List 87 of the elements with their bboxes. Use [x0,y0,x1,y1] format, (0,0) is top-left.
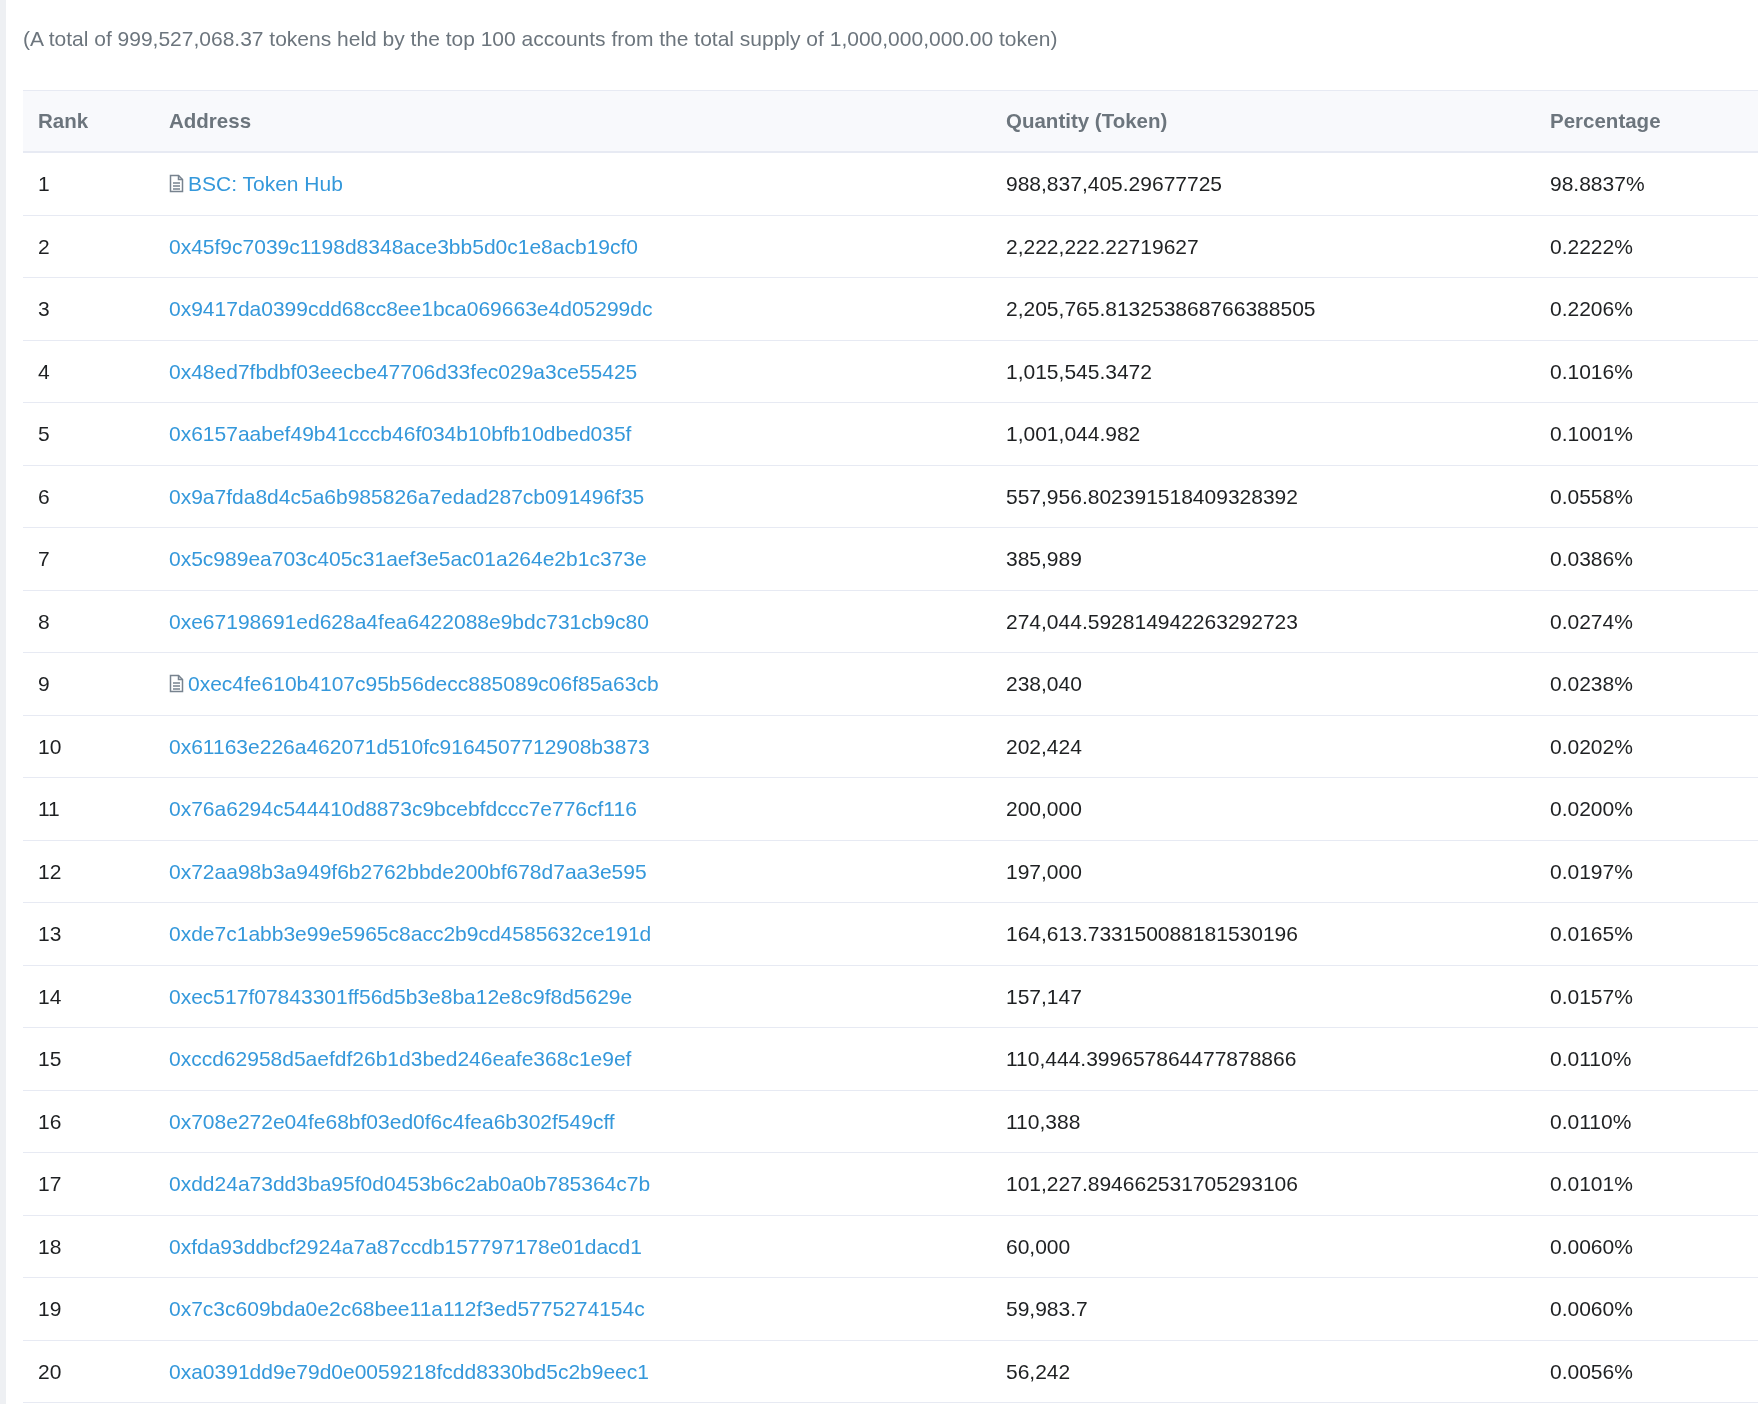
address-link[interactable]: 0x9a7fda8d4c5a6b985826a7edad287cb091496f35 [169,480,645,512]
address-link[interactable]: 0xec4fe610b4107c95b56decc885089c06f85a63cb [188,668,659,700]
rank-text: 11 [38,797,60,820]
document-icon [169,674,184,694]
rank-text: 4 [38,359,50,383]
percentage-text: 98.8837% [1550,172,1645,195]
quantity-text: 2,205,765.813253868766388505 [1006,297,1316,320]
address-link[interactable]: 0xde7c1abb3e99e5965c8acc2b9cd4585632ce191d [169,918,652,950]
percentage-text: 0.0056% [1550,1359,1633,1383]
rank-text: 15 [38,1047,62,1070]
percentage-text: 0.2206% [1550,297,1633,320]
column-header: Address [169,108,252,132]
percentage-text: 0.0238% [1550,672,1633,695]
percentage-text: 0.1001% [1550,422,1633,445]
address-link[interactable]: BSC: Token Hub [188,168,343,200]
percentage-text: 0.0060% [1550,1297,1633,1320]
rank-text: 18 [38,1234,62,1258]
summary-text: (A total of 999,527,068.37 tokens held by the top 100 accounts from the total supply of 1,000,000,000.00 token) [23,26,1059,52]
quantity-text: 385,989 [1006,547,1082,570]
rank-text: 6 [38,484,50,508]
address-link[interactable]: 0xdd24a73dd3ba95f0d0453b6c2ab0a0b785364c7b [169,1168,651,1200]
rank-text: 17 [38,1172,62,1195]
document-icon [169,174,184,194]
address-link[interactable]: 0x45f9c7039c1198d8348ace3bb5d0c1e8acb19cf0 [169,230,639,262]
quantity-text: 557,956.802391518409328392 [1006,484,1298,508]
address-link[interactable]: 0x9417da0399cdd68cc8ee1bca069663e4d05299dc [169,293,653,325]
quantity-text: 164,613.733150088181530196 [1006,922,1298,945]
rank-text: 20 [38,1359,62,1383]
quantity-text: 56,242 [1006,1359,1071,1383]
address-link[interactable]: 0xec517f07843301ff56d5b3e8ba12e8c9f8d5629e [169,980,633,1012]
address-link[interactable]: 0x72aa98b3a949f6b2762bbde200bf678d7aa3e595 [169,855,647,887]
rank-text: 3 [38,297,50,320]
rank-text: 10 [38,734,62,758]
quantity-text: 59,983.7 [1006,1297,1088,1320]
rank-text: 19 [38,1297,62,1320]
percentage-text: 0.0060% [1550,1234,1633,1258]
rank-text: 2 [38,234,50,258]
rank-text: 13 [38,922,62,945]
percentage-text: 0.0197% [1550,859,1633,883]
rank-text: 7 [38,547,50,570]
rank-text: 12 [38,859,62,883]
quantity-text: 274,044.592814942263292723 [1006,609,1298,633]
rank-text: 8 [38,609,50,633]
percentage-text: 0.0200% [1550,797,1633,820]
percentage-text: 0.0386% [1550,547,1633,570]
quantity-text: 1,015,545.3472 [1006,359,1152,383]
quantity-text: 197,000 [1006,859,1082,883]
address-link[interactable]: 0xe67198691ed628a4fea6422088e9bdc731cb9c80 [169,605,649,637]
quantity-text: 60,000 [1006,1234,1071,1258]
address-link[interactable]: 0x48ed7fbdbf03eecbe47706d33fec029a3ce55425 [169,355,638,387]
column-header: Quantity (Token) [1006,108,1168,132]
quantity-text: 157,147 [1006,984,1082,1008]
address-link[interactable]: 0x61163e226a462071d510fc9164507712908b3873 [169,730,650,762]
percentage-text: 0.0101% [1550,1172,1633,1195]
rank-text: 1 [38,172,50,195]
quantity-text: 238,040 [1006,672,1082,695]
rank-text: 5 [38,422,50,445]
percentage-text: 0.0165% [1550,922,1633,945]
quantity-text: 110,444.399657864477878866 [1006,1047,1297,1070]
quantity-text: 101,227.894662531705293106 [1006,1172,1298,1195]
address-link[interactable]: 0x5c989ea703c405c31aef3e5ac01a264e2b1c373e [169,543,647,575]
percentage-text: 0.0157% [1550,984,1633,1008]
quantity-text: 2,222,222.22719627 [1006,234,1199,258]
percentage-text: 0.0202% [1550,734,1633,758]
rank-text: 9 [38,672,50,695]
percentage-text: 0.0110% [1550,1109,1632,1133]
quantity-text: 202,424 [1006,734,1082,758]
address-link[interactable]: 0x7c3c609bda0e2c68bee11a112f3ed5775274154c [169,1293,645,1325]
quantity-text: 988,837,405.29677725 [1006,172,1223,195]
address-link[interactable]: 0x6157aabef49b41cccb46f034b10bfb10dbed035f [169,418,632,450]
rank-text: 16 [38,1109,62,1133]
percentage-text: 0.2222% [1550,234,1633,258]
percentage-text: 0.0274% [1550,609,1633,633]
percentage-text: 0.1016% [1550,359,1633,383]
percentage-text: 0.0110% [1550,1047,1632,1070]
address-link[interactable]: 0xccd62958d5aefdf26b1d3bed246eafe368c1e9ef [169,1043,632,1075]
address-link[interactable]: 0xa0391dd9e79d0e0059218fcdd8330bd5c2b9eec1 [169,1355,649,1387]
address-link[interactable]: 0xfda93ddbcf2924a7a87ccdb157797178e01dacd1 [169,1230,642,1262]
quantity-text: 110,388 [1006,1109,1081,1133]
address-link[interactable]: 0x76a6294c544410d8873c9bcebfdccc7e776cf116 [169,793,637,825]
address-link[interactable]: 0x708e272e04fe68bf03ed0f6c4fea6b302f549cff [169,1105,615,1137]
quantity-text: 200,000 [1006,797,1082,820]
percentage-text: 0.0558% [1550,484,1633,508]
column-header: Percentage [1550,108,1661,132]
rank-text: 14 [38,984,62,1008]
quantity-text: 1,001,044.982 [1006,422,1141,445]
column-header: Rank [38,108,89,132]
